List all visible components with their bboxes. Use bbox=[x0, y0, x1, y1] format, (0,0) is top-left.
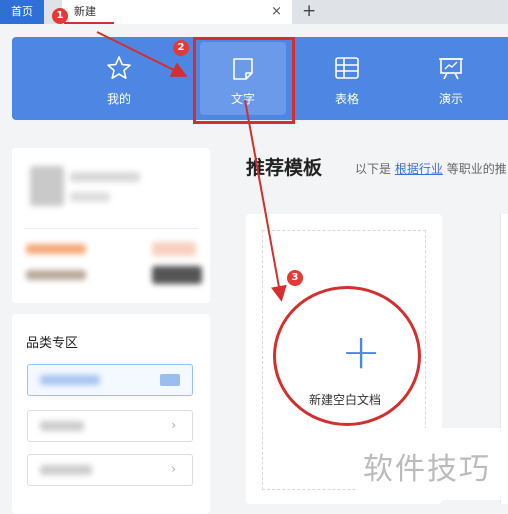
category-item-label bbox=[40, 375, 100, 385]
annotation-circle bbox=[273, 286, 421, 426]
profile-info bbox=[70, 172, 140, 182]
category-title: 品类专区 bbox=[26, 336, 79, 351]
category-item-label bbox=[40, 465, 92, 475]
tab-new-label: 新建 bbox=[74, 5, 96, 18]
tab-bar: 首页 新建 × + bbox=[0, 0, 508, 24]
chevron-right-icon: › bbox=[171, 462, 176, 476]
avatar bbox=[30, 166, 64, 206]
profile-info bbox=[26, 244, 86, 254]
watermark: 软件技巧 bbox=[355, 428, 508, 500]
toolbar-item-label: 表格 bbox=[334, 92, 359, 106]
subtitle-suffix: 等职业的推 bbox=[446, 162, 507, 176]
annotation-box-text bbox=[193, 37, 295, 124]
category-item-label bbox=[40, 421, 84, 431]
category-panel: 品类专区 › › bbox=[12, 314, 210, 514]
profile-info bbox=[70, 192, 110, 202]
profile-badge bbox=[152, 242, 196, 256]
table-icon bbox=[335, 57, 359, 79]
category-item[interactable]: › bbox=[27, 454, 193, 486]
tab-home[interactable]: 首页 bbox=[0, 0, 44, 24]
step-badge-2: 2 bbox=[173, 40, 189, 56]
toolbar-item-label: 我的 bbox=[106, 92, 131, 106]
profile-card bbox=[12, 148, 210, 303]
step-badge-1: 1 bbox=[52, 8, 68, 24]
toolbar-item-mine[interactable]: 我的 bbox=[84, 37, 154, 120]
watermark-text: 软件技巧 bbox=[363, 452, 491, 487]
subtitle-prefix: 以下是 bbox=[355, 162, 392, 176]
section-subtitle: 以下是 根据行业 等职业的推 bbox=[355, 160, 507, 177]
category-item-tag bbox=[160, 374, 180, 386]
divider bbox=[24, 228, 198, 229]
presentation-icon bbox=[439, 58, 463, 80]
profile-badge bbox=[152, 266, 202, 284]
star-icon bbox=[107, 56, 131, 80]
annotation-underline bbox=[64, 22, 114, 24]
toolbar-item-label: 演示 bbox=[438, 92, 463, 106]
chevron-right-icon: › bbox=[171, 418, 176, 432]
close-icon[interactable]: × bbox=[271, 0, 282, 24]
section-title: 推荐模板 bbox=[246, 157, 323, 179]
toolbar-item-presentation[interactable]: 演示 bbox=[416, 37, 486, 120]
industry-link[interactable]: 根据行业 bbox=[395, 162, 443, 176]
tab-new[interactable]: 新建 × bbox=[62, 0, 292, 24]
category-item[interactable]: › bbox=[27, 410, 193, 442]
profile-info bbox=[26, 270, 86, 280]
step-badge-3: 3 bbox=[287, 270, 303, 286]
add-tab-icon[interactable]: + bbox=[302, 0, 316, 22]
category-item[interactable] bbox=[27, 364, 193, 396]
toolbar-item-table[interactable]: 表格 bbox=[312, 37, 382, 120]
